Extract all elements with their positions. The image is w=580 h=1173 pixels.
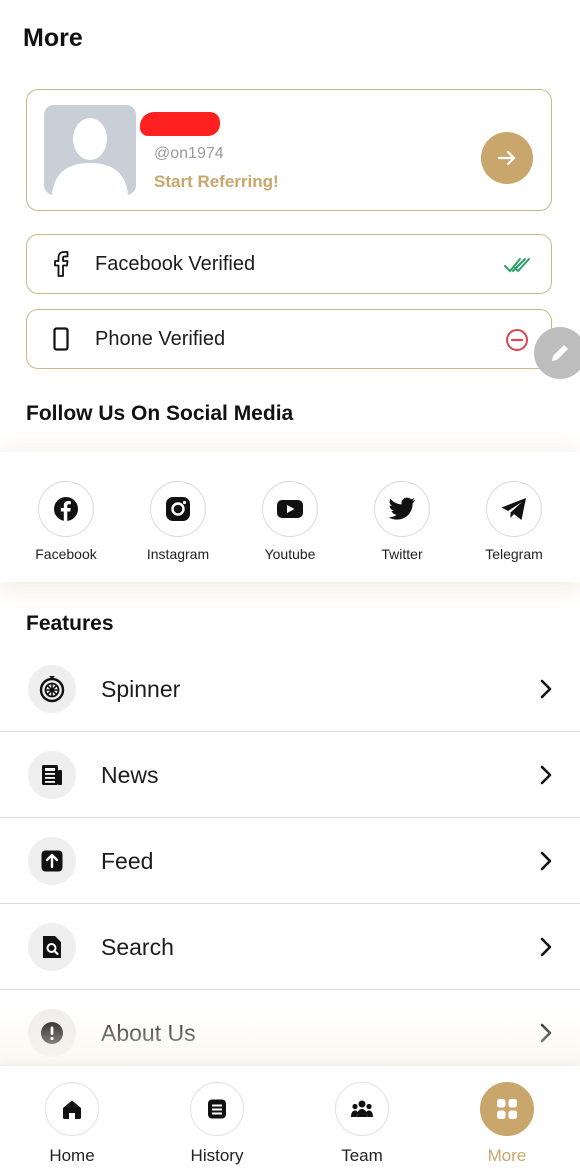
username: @on1974	[154, 145, 224, 162]
phone-icon	[49, 326, 73, 352]
feature-news[interactable]: News	[0, 732, 580, 818]
chevron-right-icon	[540, 1023, 552, 1043]
features-section-title: Features	[26, 612, 114, 635]
feature-search[interactable]: Search	[0, 904, 580, 990]
redacted-name	[140, 112, 220, 136]
feature-about-us[interactable]: About Us	[0, 990, 580, 1076]
profile-card[interactable]: @on1974 Start Referring!	[26, 89, 552, 211]
instagram-icon	[150, 481, 206, 537]
social-media-panel: Facebook Instagram Youtube Twitter Teleg…	[0, 452, 580, 582]
double-check-icon	[503, 251, 531, 279]
nav-history[interactable]: History	[162, 1082, 272, 1166]
nav-label: More	[487, 1146, 527, 1165]
social-label: Instagram	[146, 546, 210, 562]
history-icon	[190, 1082, 244, 1136]
facebook-f-icon	[49, 251, 73, 277]
info-alert-icon	[28, 1009, 76, 1057]
feature-label: Feed	[101, 848, 154, 874]
chevron-right-icon	[540, 851, 552, 871]
home-icon	[45, 1082, 99, 1136]
grid-icon	[480, 1082, 534, 1136]
avatar	[44, 105, 136, 195]
facebook-verified-label: Facebook Verified	[95, 253, 256, 275]
social-label: Youtube	[264, 546, 316, 562]
minus-circle-icon	[503, 326, 531, 354]
feature-label: About Us	[101, 1020, 196, 1046]
edit-button[interactable]	[534, 327, 580, 379]
feature-label: Search	[101, 934, 174, 960]
spinner-wheel-icon	[28, 665, 76, 713]
youtube-icon	[262, 481, 318, 537]
social-label: Twitter	[381, 546, 423, 562]
social-youtube[interactable]: Youtube	[235, 481, 345, 562]
facebook-verified-row[interactable]: Facebook Verified	[26, 234, 552, 294]
nav-label: Team	[341, 1146, 383, 1165]
chevron-right-icon	[540, 679, 552, 699]
feature-spinner[interactable]: Spinner	[0, 646, 580, 732]
search-file-icon	[28, 923, 76, 971]
social-telegram[interactable]: Telegram	[459, 481, 569, 562]
start-referring-link[interactable]: Start Referring!	[154, 172, 279, 192]
page-title: More	[23, 24, 83, 52]
nav-more[interactable]: More	[452, 1082, 562, 1166]
chevron-right-icon	[540, 765, 552, 785]
chevron-right-icon	[540, 937, 552, 957]
telegram-icon	[486, 481, 542, 537]
upload-feed-icon	[28, 837, 76, 885]
pencil-icon	[552, 345, 568, 361]
nav-home[interactable]: Home	[17, 1082, 127, 1166]
nav-team[interactable]: Team	[307, 1082, 417, 1166]
default-avatar-icon	[44, 105, 136, 195]
social-section-title: Follow Us On Social Media	[26, 402, 294, 425]
feature-label: News	[101, 762, 159, 788]
nav-label: Home	[49, 1146, 95, 1165]
social-facebook[interactable]: Facebook	[11, 481, 121, 562]
feature-feed[interactable]: Feed	[0, 818, 580, 904]
bottom-navigation: Home History Team More	[0, 1066, 580, 1173]
arrow-right-icon	[497, 150, 516, 166]
phone-verified-row[interactable]: Phone Verified	[26, 309, 552, 369]
team-icon	[335, 1082, 389, 1136]
twitter-icon	[374, 481, 430, 537]
social-instagram[interactable]: Instagram	[123, 481, 233, 562]
social-label: Facebook	[35, 546, 97, 562]
phone-verified-label: Phone Verified	[95, 328, 226, 350]
facebook-icon	[38, 481, 94, 537]
referral-arrow-button[interactable]	[481, 132, 533, 184]
feature-label: Spinner	[101, 676, 181, 702]
social-label: Telegram	[485, 546, 543, 562]
social-twitter[interactable]: Twitter	[347, 481, 457, 562]
nav-label: History	[190, 1146, 244, 1165]
newspaper-icon	[28, 751, 76, 799]
